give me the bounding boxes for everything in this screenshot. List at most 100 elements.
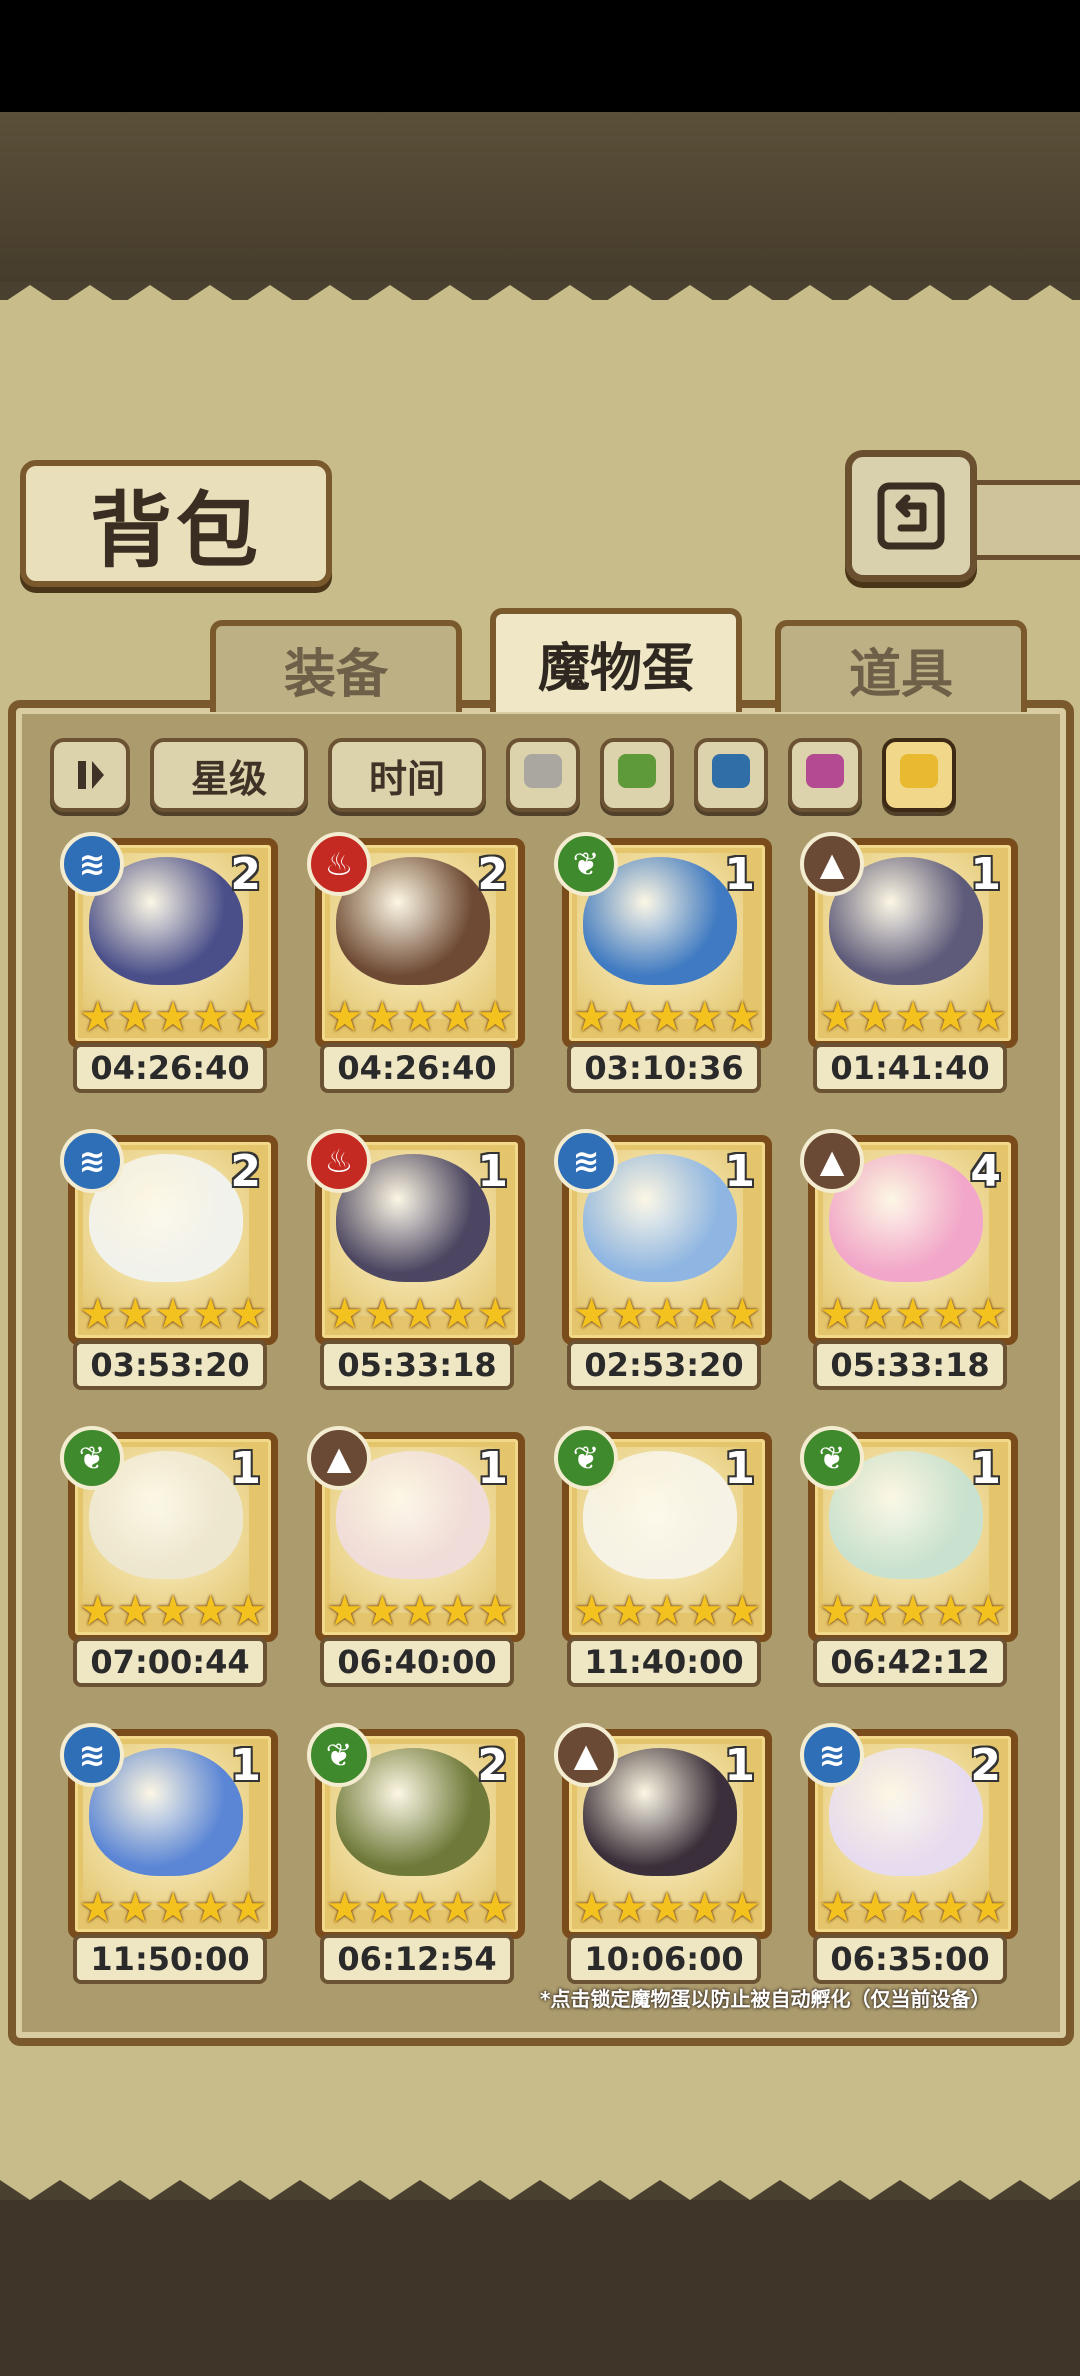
star-icon: ★	[116, 992, 155, 1041]
egg-count: 2	[970, 1740, 1001, 1791]
star-icon: ★	[572, 1883, 611, 1932]
star-icon: ★	[610, 1586, 649, 1635]
star-rating: ★ ★ ★ ★ ★	[819, 1586, 1007, 1635]
star-rating: ★ ★ ★ ★ ★	[325, 992, 514, 1041]
star-icon: ★	[476, 1586, 515, 1635]
star-icon: ★	[572, 1289, 611, 1338]
star-icon: ★	[610, 1883, 649, 1932]
star-icon: ★	[648, 1883, 686, 1932]
star-icon: ★	[894, 1883, 932, 1932]
nature-element-icon: ❦	[307, 1723, 371, 1787]
star-icon: ★	[648, 1586, 686, 1635]
egg-count: 1	[970, 1443, 1001, 1494]
star-icon: ★	[723, 1883, 762, 1932]
filter-gold-button[interactable]	[882, 738, 956, 812]
star-icon: ★	[572, 992, 611, 1041]
star-icon: ★	[191, 1289, 230, 1338]
sort-time-button[interactable]: 时间	[328, 738, 486, 812]
map-footer-strip	[0, 2200, 1080, 2376]
nature-element-icon: ❦	[800, 1426, 864, 1490]
blue-swatch	[712, 754, 750, 788]
filter-gray-button[interactable]	[506, 738, 580, 812]
star-rating: ★ ★ ★ ★ ★	[819, 1883, 1008, 1932]
hatch-timer: 07:00:44	[73, 1637, 267, 1687]
torn-edge-top	[0, 285, 1080, 325]
star-icon: ★	[116, 1289, 155, 1338]
star-icon: ★	[229, 1289, 268, 1338]
star-rating: ★ ★ ★ ★ ★	[326, 1887, 514, 1929]
filter-blue-button[interactable]	[694, 738, 768, 812]
star-icon: ★	[572, 1586, 611, 1635]
filter-green-button[interactable]	[600, 738, 674, 812]
earth-element-icon: ▲	[307, 1426, 371, 1490]
star-rating: ★ ★ ★ ★ ★	[325, 1586, 515, 1635]
star-icon: ★	[969, 1883, 1008, 1932]
hatch-timer: 01:41:40	[813, 1043, 1007, 1093]
star-icon: ★	[154, 992, 192, 1041]
star-icon: ★	[154, 1289, 192, 1338]
egg-count: 4	[970, 1146, 1001, 1197]
star-icon: ★	[78, 1586, 117, 1635]
egg-count: 2	[477, 1740, 508, 1791]
star-rating: ★ ★ ★ ★ ★	[818, 992, 1007, 1041]
water-element-icon: ≋	[800, 1723, 864, 1787]
hatch-timer: 06:42:12	[813, 1637, 1007, 1687]
sort-star-button[interactable]: 星级	[150, 738, 308, 812]
green-swatch	[618, 754, 656, 788]
star-icon: ★	[363, 1586, 402, 1635]
star-icon: ★	[931, 1289, 970, 1338]
egg-count: 1	[477, 1146, 508, 1197]
back-button[interactable]	[845, 450, 977, 582]
star-icon: ★	[818, 992, 857, 1041]
water-element-icon: ≋	[60, 1723, 124, 1787]
egg-count: 2	[477, 849, 508, 900]
star-rating: ★ ★ ★ ★ ★	[326, 1293, 514, 1335]
star-icon: ★	[78, 992, 117, 1041]
star-icon: ★	[116, 1586, 155, 1635]
nature-element-icon: ❦	[60, 1426, 124, 1490]
star-icon: ★	[856, 1586, 895, 1635]
hatch-timer: 06:12:54	[320, 1934, 514, 1984]
pause-bars-icon	[78, 761, 104, 789]
tab-items[interactable]: 道具	[775, 620, 1027, 712]
sort-toggle-button[interactable]	[50, 738, 130, 812]
star-icon: ★	[894, 992, 932, 1041]
filter-purple-button[interactable]	[788, 738, 862, 812]
star-rating: ★ ★ ★ ★ ★	[572, 992, 761, 1041]
star-icon: ★	[363, 992, 402, 1041]
star-icon: ★	[325, 992, 364, 1041]
star-rating: ★ ★ ★ ★ ★	[79, 1883, 268, 1932]
fire-element-icon: ♨	[307, 1129, 371, 1193]
hatch-timer: 03:53:20	[73, 1340, 267, 1390]
star-icon: ★	[894, 1289, 932, 1338]
star-icon: ★	[229, 1883, 268, 1932]
egg-count: 1	[724, 1443, 755, 1494]
egg-count: 2	[230, 1146, 261, 1197]
star-rating: ★ ★ ★ ★ ★	[78, 992, 267, 1041]
star-icon: ★	[931, 992, 970, 1041]
star-icon: ★	[685, 1883, 724, 1932]
star-icon: ★	[969, 1289, 1008, 1338]
star-icon: ★	[325, 1586, 364, 1635]
star-icon: ★	[856, 1883, 895, 1932]
lock-hint-text: *点击锁定魔物蛋以防止被自动孵化（仅当前设备）	[540, 1987, 991, 2011]
map-header-strip	[0, 112, 1080, 282]
star-icon: ★	[610, 1289, 649, 1338]
earth-element-icon: ▲	[554, 1723, 618, 1787]
hatch-timer: 05:33:18	[320, 1340, 514, 1390]
hatch-timer: 06:40:00	[320, 1637, 514, 1687]
egg-count: 1	[970, 849, 1001, 900]
hatch-timer: 04:26:40	[320, 1043, 514, 1093]
tab-equipment[interactable]: 装备	[210, 620, 462, 712]
back-button-rail	[960, 480, 1080, 560]
star-icon: ★	[818, 1289, 857, 1338]
water-element-icon: ≋	[554, 1129, 618, 1193]
page-title-plate: 背包	[20, 460, 332, 587]
earth-element-icon: ▲	[800, 832, 864, 896]
water-element-icon: ≋	[60, 1129, 124, 1193]
tab-monster-eggs[interactable]: 魔物蛋	[490, 608, 742, 712]
star-rating: ★ ★ ★ ★ ★	[572, 1586, 761, 1635]
star-icon: ★	[401, 1586, 439, 1635]
tab-bar: 装备 魔物蛋 道具	[10, 608, 1070, 712]
star-icon: ★	[154, 1883, 192, 1932]
